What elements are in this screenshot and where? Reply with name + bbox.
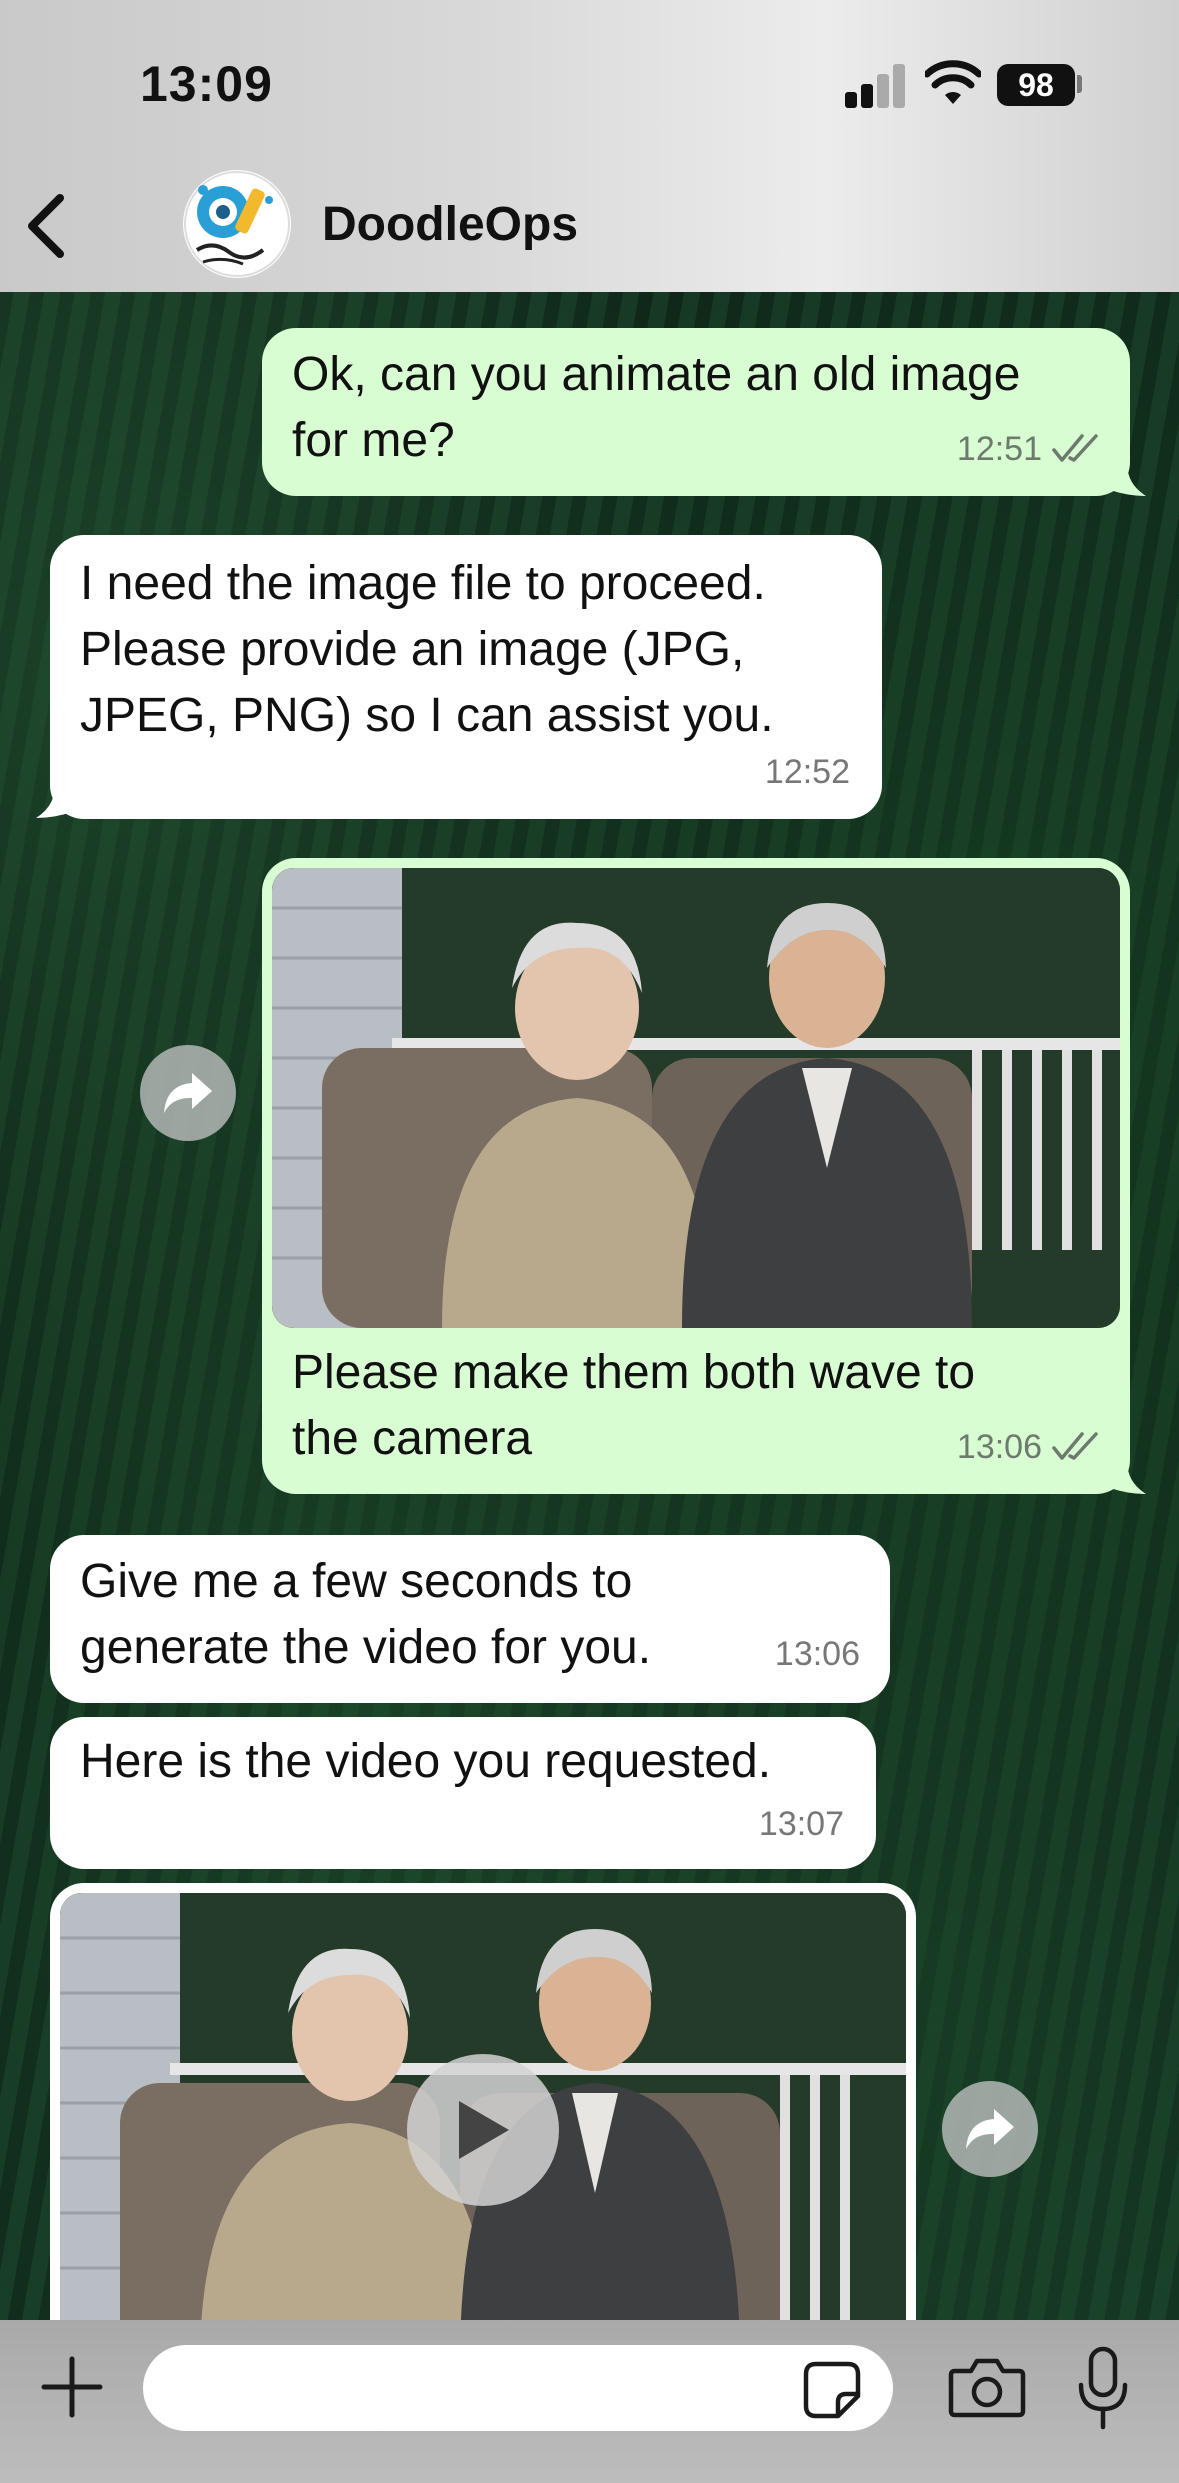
- message-time: 13:07: [758, 1805, 844, 1843]
- message-time: 12:52: [764, 753, 850, 791]
- message-text: for me?: [292, 414, 455, 467]
- message-meta: 13:07: [759, 1791, 844, 1857]
- message-text: Give me a few seconds to: [80, 1555, 633, 1608]
- message-time: 13:06: [956, 1428, 1042, 1466]
- bubble-tail: [36, 780, 72, 818]
- message-text: JPEG, PNG) so I can assist you.: [80, 689, 774, 742]
- forward-icon: [966, 2109, 1014, 2149]
- cellular-signal-icon: [845, 64, 907, 108]
- message-text: I need the image file to proceed.: [80, 557, 766, 610]
- elderly-couple-photo: [272, 868, 1120, 1328]
- message-text: Please provide an image (JPG,: [80, 623, 745, 676]
- incoming-message[interactable]: I need the image file to proceed. Please…: [50, 535, 882, 819]
- chat-header: [0, 0, 1179, 292]
- status-time: 13:09: [140, 56, 273, 112]
- doodleops-logo-icon: [184, 171, 290, 277]
- message-meta: 13:06: [775, 1621, 860, 1687]
- forward-button[interactable]: [140, 1045, 236, 1141]
- message-text: generate the video for you.: [80, 1621, 652, 1674]
- forward-icon: [164, 1073, 212, 1113]
- message-meta: 13:06: [957, 1414, 1100, 1480]
- photo-thumbnail[interactable]: [272, 868, 1120, 1328]
- play-icon: [459, 2101, 509, 2159]
- bubble-tail: [1110, 458, 1146, 496]
- bubble-tail: [1110, 1456, 1146, 1494]
- message-text: Here is the video you requested.: [80, 1735, 772, 1788]
- message-text: Please make them both wave to: [292, 1346, 976, 1399]
- incoming-message[interactable]: Here is the video you requested. 13:07: [50, 1717, 876, 1869]
- message-meta: 12:51: [957, 416, 1100, 482]
- message-time: 13:06: [774, 1635, 860, 1673]
- wifi-icon: [925, 60, 981, 104]
- read-receipt-icon: [1052, 1432, 1098, 1460]
- message-time: 12:51: [956, 430, 1042, 468]
- microphone-icon[interactable]: [1073, 2345, 1133, 2431]
- contact-name[interactable]: DoodleOps: [322, 197, 578, 252]
- plus-icon[interactable]: [40, 2355, 104, 2419]
- forward-button[interactable]: [942, 2081, 1038, 2177]
- avatar[interactable]: [183, 170, 291, 278]
- battery-indicator: 98: [997, 64, 1075, 106]
- read-receipt-icon: [1052, 434, 1098, 462]
- message-input[interactable]: [143, 2345, 893, 2431]
- play-button[interactable]: [407, 2054, 559, 2206]
- message-text: the camera: [292, 1412, 533, 1465]
- camera-icon[interactable]: [947, 2355, 1027, 2419]
- outgoing-image-message[interactable]: Please make them both wave to the camera…: [262, 858, 1130, 1494]
- back-icon[interactable]: [22, 190, 72, 262]
- outgoing-message[interactable]: Ok, can you animate an old image for me?…: [262, 328, 1130, 496]
- incoming-message[interactable]: Give me a few seconds to generate the vi…: [50, 1535, 890, 1703]
- sticker-icon[interactable]: [802, 2360, 862, 2420]
- message-meta: 12:52: [765, 739, 850, 805]
- message-text: Ok, can you animate an old image: [292, 348, 1021, 401]
- battery-tip: [1077, 75, 1082, 93]
